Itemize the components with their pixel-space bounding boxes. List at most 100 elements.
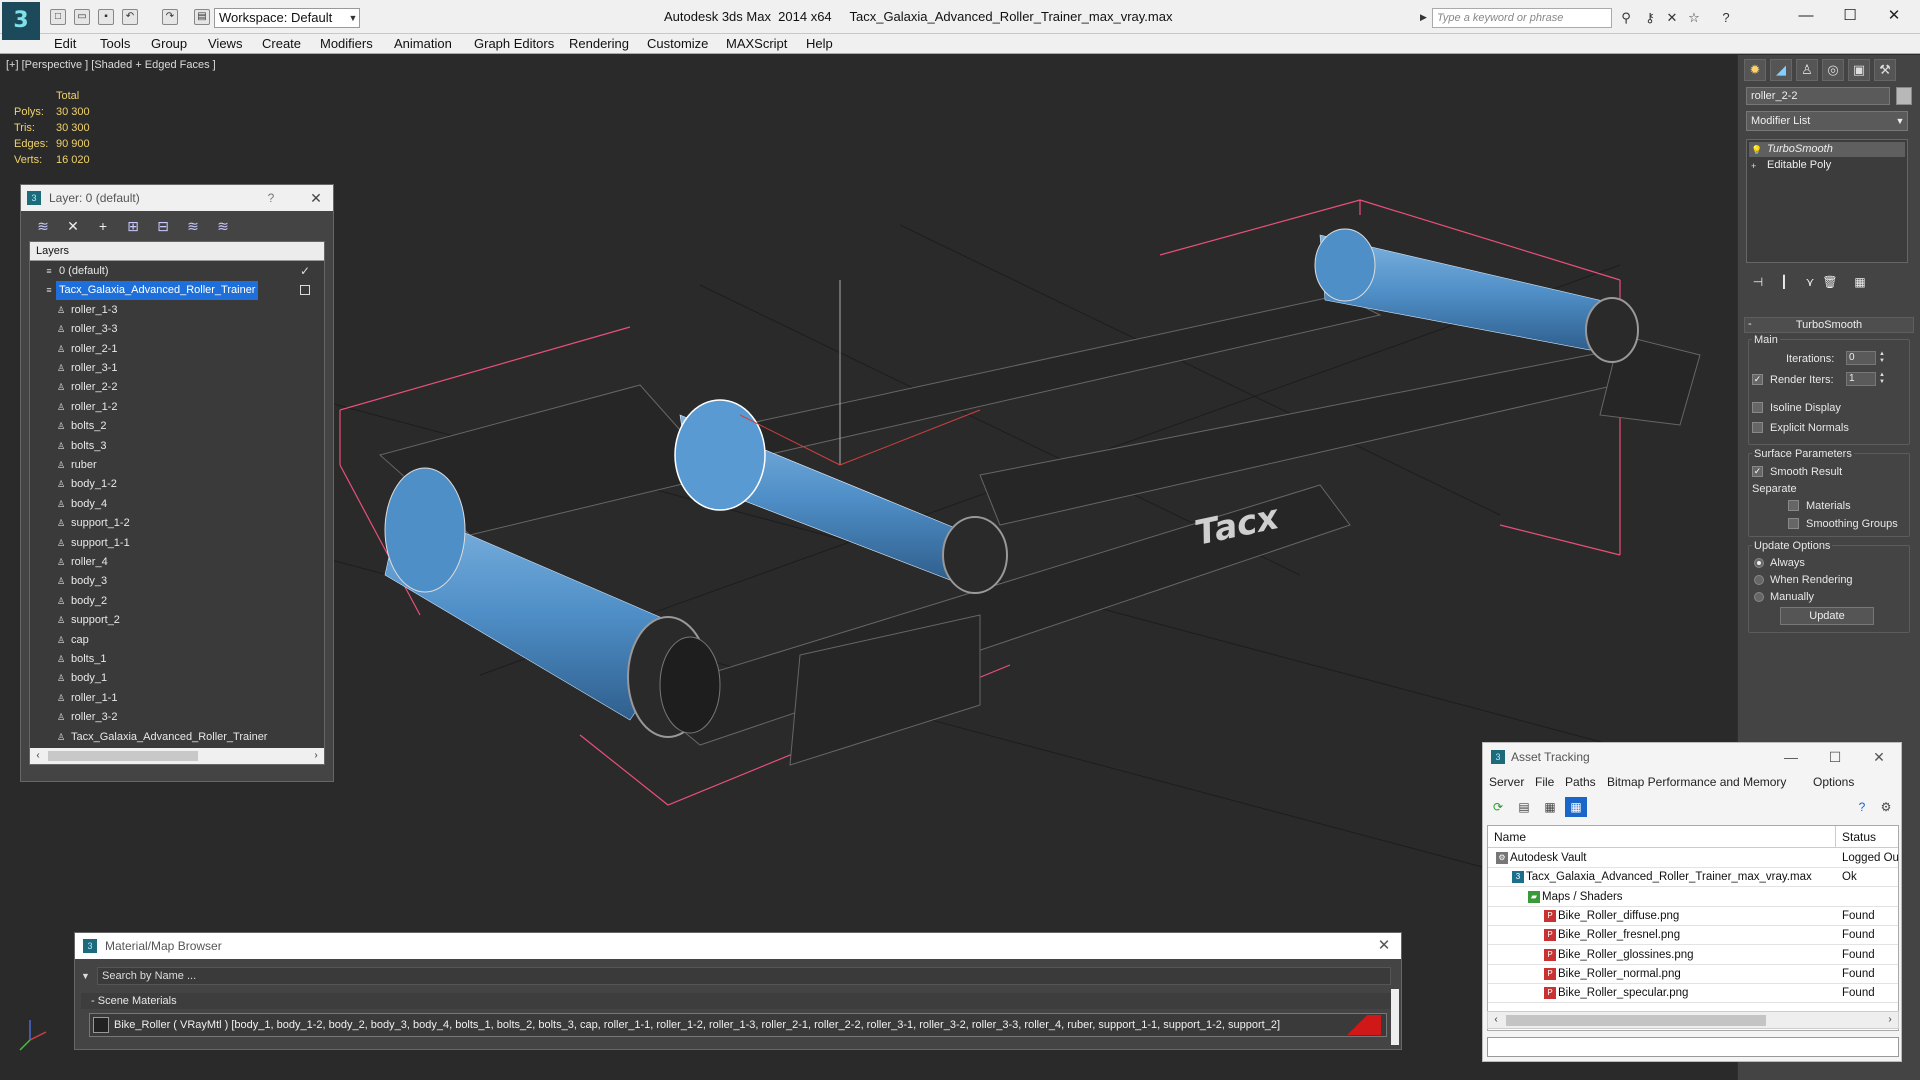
search-input[interactable]: Type a keyword or phrase <box>1432 8 1612 28</box>
asset-path-field[interactable] <box>1487 1037 1899 1057</box>
isoline-display-checkbox[interactable] <box>1752 402 1763 413</box>
stack-item-turbosmooth[interactable]: TurboSmooth <box>1749 142 1905 157</box>
select-objects-icon[interactable]: ⊞ <box>123 217 143 235</box>
layer-row[interactable]: ♙ ruber <box>30 456 324 475</box>
layer-row[interactable]: ≡ 0 (default) ✓ <box>30 262 324 281</box>
menu-server[interactable]: Server <box>1489 773 1524 791</box>
layer-row[interactable]: ♙ bolts_3 <box>30 437 324 456</box>
viewport-label[interactable]: [+] [Perspective ] [Shaded + Edged Faces… <box>6 59 216 71</box>
create-layer-icon[interactable]: ≋ <box>33 217 53 235</box>
asset-row[interactable]: P Bike_Roller_specular.png Found <box>1488 984 1898 1004</box>
close-button[interactable]: ✕ <box>1857 743 1901 771</box>
new-file-icon[interactable]: □ <box>50 9 66 25</box>
key-icon[interactable]: ⚷ <box>1642 10 1658 26</box>
material-browser-title[interactable]: Material/Map Browser <box>75 933 1401 959</box>
highlight-selected-icon[interactable]: ⊟ <box>153 217 173 235</box>
hide-all-layers-icon[interactable]: ≋ <box>183 217 203 235</box>
layer-row[interactable]: ♙ Tacx_Galaxia_Advanced_Roller_Trainer <box>30 728 324 747</box>
layer-row[interactable]: ♙ roller_3-3 <box>30 320 324 339</box>
layer-row[interactable]: ♙ roller_2-1 <box>30 340 324 359</box>
menu-create[interactable]: Create <box>262 34 301 54</box>
asset-row[interactable]: 3 Tacx_Galaxia_Advanced_Roller_Trainer_ma… <box>1488 868 1898 888</box>
layer-row[interactable]: ♙ body_1-2 <box>30 475 324 494</box>
menu-help[interactable]: Help <box>806 34 833 54</box>
close-button[interactable]: ✕ <box>1369 933 1399 959</box>
spinner-arrows-icon[interactable]: ▲ ▼ <box>1878 372 1886 386</box>
current-layer-check-icon[interactable]: ✓ <box>300 262 310 281</box>
scrollbar-thumb[interactable] <box>48 751 198 761</box>
layer-row[interactable]: ♙ roller_4 <box>30 553 324 572</box>
minimize-button[interactable]: — <box>1786 5 1826 27</box>
close-button[interactable]: ✕ <box>1874 5 1914 27</box>
iterations-spinner[interactable]: 0 <box>1846 351 1876 365</box>
materials-checkbox[interactable] <box>1788 500 1799 511</box>
menu-group[interactable]: Group <box>151 34 187 54</box>
manually-radio[interactable] <box>1754 592 1764 602</box>
menu-tools[interactable]: Tools <box>100 34 130 54</box>
layer-row[interactable]: ♙ roller_3-1 <box>30 359 324 378</box>
asset-row[interactable]: ⚙ Autodesk Vault Logged Out <box>1488 849 1898 868</box>
smooth-result-checkbox[interactable]: ✓ <box>1752 466 1763 477</box>
menu-options[interactable]: Options <box>1813 773 1854 791</box>
layer-row[interactable]: ♙ cap <box>30 631 324 650</box>
menu-graph-editors[interactable]: Graph Editors <box>474 34 554 54</box>
scroll-left-icon[interactable]: ‹ <box>1488 1012 1504 1028</box>
search-expand-icon[interactable]: ▶ <box>1420 12 1427 23</box>
create-tab-icon[interactable]: ✹ <box>1744 59 1766 81</box>
table-view-icon[interactable]: ▦ <box>1565 797 1587 817</box>
maximize-button[interactable]: ☐ <box>1830 5 1870 27</box>
lightbulb-icon[interactable]: 💡 <box>1751 145 1762 155</box>
help-button[interactable]: ? <box>261 185 281 211</box>
stack-item-editable-poly[interactable]: Editable Poly <box>1749 158 1905 173</box>
refresh-icon[interactable]: ⟳ <box>1487 797 1509 817</box>
app-logo-icon[interactable]: 3 <box>2 2 40 40</box>
redo-icon[interactable]: ↷ <box>162 9 178 25</box>
asset-row[interactable]: P Bike_Roller_normal.png Found <box>1488 965 1898 984</box>
status-column-header[interactable]: Status <box>1836 826 1898 848</box>
star-icon[interactable]: ☆ <box>1686 10 1702 26</box>
list-view-icon[interactable]: ▤ <box>1513 797 1535 817</box>
render-iters-spinner[interactable]: 1 <box>1846 372 1876 386</box>
material-search-input[interactable]: Search by Name ... <box>97 967 1391 985</box>
layer-row[interactable]: ♙ body_2 <box>30 592 324 611</box>
project-folder-icon[interactable]: ▤ <box>194 9 210 25</box>
layer-row[interactable]: ♙ support_1-2 <box>30 514 324 533</box>
layer-row[interactable]: ♙ bolts_2 <box>30 417 324 436</box>
maximize-button[interactable]: ☐ <box>1813 743 1857 771</box>
menu-animation[interactable]: Animation <box>394 34 452 54</box>
menu-views[interactable]: Views <box>208 34 242 54</box>
modify-tab-icon[interactable]: ◢ <box>1770 59 1792 81</box>
show-end-result-icon[interactable]: ┃ <box>1774 273 1794 291</box>
asset-row[interactable]: P Bike_Roller_fresnel.png Found <box>1488 926 1898 946</box>
layer-row[interactable]: ♙ roller_1-1 <box>30 689 324 708</box>
object-name-field[interactable]: roller_2-2 <box>1746 87 1890 105</box>
configure-sets-icon[interactable]: ▦ <box>1850 273 1870 291</box>
turbosmooth-rollout-header[interactable]: TurboSmooth <box>1744 317 1914 333</box>
scroll-left-icon[interactable]: ‹ <box>30 748 46 764</box>
object-color-swatch[interactable] <box>1896 87 1912 105</box>
menu-maxscript[interactable]: MAXScript <box>726 34 787 54</box>
settings-icon[interactable]: ⚙ <box>1875 797 1897 817</box>
menu-file[interactable]: File <box>1535 773 1554 791</box>
layer-row[interactable]: ♙ roller_1-3 <box>30 301 324 320</box>
scroll-right-icon[interactable]: › <box>1882 1012 1898 1028</box>
vertical-scrollbar[interactable] <box>1391 989 1399 1045</box>
layer-row[interactable]: ♙ roller_1-2 <box>30 398 324 417</box>
menu-rendering[interactable]: Rendering <box>569 34 629 54</box>
layer-row[interactable]: ♙ bolts_1 <box>30 650 324 669</box>
layer-row[interactable]: ♙ roller_2-2 <box>30 378 324 397</box>
layer-row[interactable]: ♙ body_3 <box>30 572 324 591</box>
collapse-icon[interactable]: - <box>91 995 98 1007</box>
layer-row[interactable]: ♙ body_4 <box>30 495 324 514</box>
modifier-list-dropdown[interactable]: Modifier List <box>1746 111 1908 131</box>
pin-stack-icon[interactable]: ⊣ <box>1748 273 1768 291</box>
menu-edit[interactable]: Edit <box>54 34 76 54</box>
layer-row[interactable]: ♙ body_1 <box>30 669 324 688</box>
name-column-header[interactable]: Name <box>1488 826 1836 848</box>
delete-layer-icon[interactable]: ✕ <box>63 217 83 235</box>
menu-paths[interactable]: Paths <box>1565 773 1596 791</box>
asset-row[interactable]: ▰ Maps / Shaders <box>1488 888 1898 907</box>
horizontal-scrollbar[interactable]: ‹ › <box>30 748 324 764</box>
layer-row[interactable]: ♙ roller_3-2 <box>30 708 324 727</box>
motion-tab-icon[interactable]: ◎ <box>1822 59 1844 81</box>
